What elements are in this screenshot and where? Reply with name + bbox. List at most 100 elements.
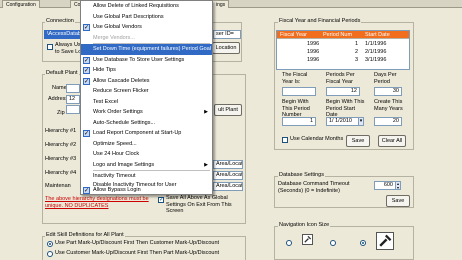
timeout-spinner-icon[interactable]: ▴ ▾ — [395, 181, 401, 190]
markup-option-1-radio[interactable] — [47, 241, 53, 247]
fiscal-periods-grid[interactable]: Fiscal Year Period Num Start Date 1996 1… — [276, 30, 410, 70]
hierarchy-2-label: Hierarchy #2 — [45, 142, 77, 148]
save-all-checkbox[interactable]: ✓ — [158, 197, 164, 203]
menu-item-merge-vendors: Merge Vendors... — [81, 33, 212, 44]
cell-period-num: 1 — [355, 41, 359, 47]
menu-item-global-part-descriptions[interactable]: Use Global Part Descriptions — [81, 12, 212, 23]
save-all-label: Save All Above As Global Settings On Exi… — [166, 195, 232, 214]
menu-item-work-order-settings[interactable]: Work Order Settings ▶ — [81, 107, 212, 118]
create-years-label: Create This Many Years — [374, 99, 403, 112]
calendar-months-checkbox[interactable] — [282, 137, 288, 143]
column-header-period-num[interactable]: Period Num — [323, 31, 352, 39]
check-icon: ✓ — [83, 56, 90, 64]
nav-icon-size-label: Navigation Icon Size — [278, 222, 331, 229]
menu-item-label: Hide Tips — [93, 67, 116, 73]
hammer-small-icon — [302, 234, 313, 245]
menu-item-auto-schedule-settings[interactable]: Auto-Schedule Settings... — [81, 118, 212, 129]
plant-name-input[interactable] — [66, 84, 80, 93]
hierarchy-right-1[interactable]: Area/Location — [213, 160, 243, 169]
table-row[interactable]: 1996 2 2/1/1996 — [277, 49, 409, 56]
hierarchy-right-3[interactable]: Area/Location — [213, 182, 243, 191]
column-header-fiscal-year[interactable]: Fiscal Year — [280, 31, 307, 39]
tab-settings[interactable]: ings — [212, 0, 230, 8]
menu-item-label: Test Excel — [93, 98, 119, 105]
menu-item-allow-bypass-login[interactable]: ✓ Allow Bypass Login — [81, 185, 212, 196]
begin-period-input[interactable]: 1 — [282, 117, 316, 126]
cell-start-date: 2/1/1996 — [365, 49, 387, 55]
menu-item-load-report-component[interactable]: ✓ Load Report Component at Start-Up — [81, 128, 212, 139]
table-row[interactable]: 1996 1 1/1/1996 — [277, 41, 409, 48]
plant-address-input[interactable]: 12 — [66, 95, 80, 104]
fiscal-year-input[interactable] — [282, 87, 316, 96]
location-button[interactable]: Location — [212, 42, 240, 54]
radio-dot — [49, 243, 51, 245]
large-icon-size-radio[interactable] — [360, 240, 366, 246]
check-icon: ✓ — [83, 130, 90, 137]
cell-period-num: 2 — [355, 49, 359, 55]
create-years-input[interactable]: 20 — [374, 117, 402, 126]
menu-item-label: Use Global Part Descriptions — [93, 13, 164, 20]
menu-item-label: Allow Bypass Login — [93, 187, 141, 193]
submenu-arrow-icon: ▶ — [204, 109, 208, 115]
menu-item-label: Auto-Schedule Settings... — [93, 119, 156, 126]
periods-per-year-input[interactable]: 12 — [326, 87, 360, 96]
small-icon-size-radio[interactable] — [286, 240, 292, 246]
markup-option-2-radio[interactable] — [47, 251, 53, 257]
menu-item-optimize-speed[interactable]: Optimize Speed... — [81, 139, 212, 150]
menu-item-label: Use 24 Hour Clock — [93, 151, 140, 157]
fiscal-save-button[interactable]: Save — [346, 135, 370, 147]
connection-string-suffix: ser ID= — [213, 30, 241, 39]
check-icon: ✓ — [159, 197, 165, 203]
menu-item-test-excel[interactable]: Test Excel — [81, 97, 212, 108]
begin-start-label: Begin With This Period Start Date — [326, 99, 365, 118]
markup-option-1-label: Use Part Mark-Up/Discount First Then Cus… — [55, 240, 220, 246]
days-per-period-input[interactable]: 30 — [374, 87, 402, 96]
duplicates-warning-line2: unique. NO DUPLICATES — [45, 203, 109, 209]
menu-item-allow-delete-requisitions[interactable]: Allow Delete of Linked Requisitions — [81, 1, 212, 12]
fiscal-grid-header: Fiscal Year Period Num Start Date — [277, 31, 409, 39]
connection-string-input[interactable]: \AccessDatabase\NewDB\Cust — [44, 30, 84, 39]
plant-address-line2-input[interactable] — [66, 105, 80, 114]
menu-item-label: Allow Cascade Deletes — [93, 77, 150, 84]
column-header-start-date[interactable]: Start Date — [365, 31, 390, 39]
menu-item-use-global-vendors[interactable]: ✓ Use Global Vendors — [81, 22, 212, 33]
hierarchy-3-label: Hierarchy #3 — [45, 156, 77, 162]
fiscal-year-is-label: The Fiscal Year Is: — [282, 72, 308, 85]
days-per-period-label: Days Per Period — [374, 72, 397, 85]
plant-name-label: Name — [52, 85, 67, 91]
menu-item-allow-cascade-deletes[interactable]: ✓ Allow Cascade Deletes — [81, 76, 212, 87]
date-picker-dropdown-icon[interactable]: ▾ — [358, 117, 364, 126]
cell-fiscal-year: 1996 — [307, 41, 320, 47]
menu-item-logo-image-settings[interactable]: Logo and Image Settings ▶ — [81, 160, 212, 171]
menu-item-hide-tips[interactable]: ✓ Hide Tips — [81, 65, 212, 76]
menu-item-label: Logo and Image Settings — [93, 161, 155, 168]
check-icon: ✓ — [83, 77, 90, 85]
always-use-checkbox[interactable] — [47, 44, 53, 50]
fiscal-group-label: Fiscal Year and Financial Periods — [278, 18, 362, 25]
check-icon: ✓ — [83, 24, 90, 31]
fiscal-clear-all-button[interactable]: Clear All — [378, 135, 406, 147]
menu-item-label: Load Report Component at Start-Up — [93, 130, 182, 136]
menu-item-reduce-flicker[interactable]: Reduce Screen Flicker — [81, 86, 212, 97]
cell-fiscal-year: 1996 — [307, 49, 320, 55]
hierarchy-4-label: Hierarchy #4 — [45, 170, 77, 176]
db-save-button[interactable]: Save — [386, 195, 410, 207]
periods-per-year-label: Periods Per Fiscal Year — [326, 72, 355, 85]
duplicates-warning-line1: The above hierarchy designations must be — [45, 196, 149, 202]
hierarchy-right-2[interactable]: Area/Location — [213, 171, 243, 180]
menu-item-24-hour-clock[interactable]: Use 24 Hour Clock — [81, 149, 212, 160]
hierarchy-1-label: Hierarchy #1 — [45, 128, 77, 134]
check-icon: ✓ — [83, 187, 90, 194]
tab-configuration[interactable]: Configuration — [2, 0, 40, 8]
menu-item-label: Inactivity Timeout — [93, 173, 136, 179]
menu-item-set-down-time-goal[interactable]: Set Down Time (equipment failures) Perio… — [81, 44, 212, 55]
medium-icon-size-radio[interactable] — [330, 240, 336, 246]
db-timeout-input[interactable]: 600 — [374, 181, 396, 190]
default-plant-button[interactable]: ult Plant — [214, 104, 242, 116]
plant-zip-label: Zip — [57, 110, 65, 116]
begin-period-label: Begin With This Period Number — [282, 99, 310, 118]
menu-item-label: Merge Vendors... — [93, 34, 135, 41]
table-row[interactable]: 1996 3 3/1/1996 — [277, 57, 409, 64]
menu-item-database-user-settings[interactable]: ✓ Use Database To Store User Settings — [81, 55, 212, 66]
maintenance-label: Maintenan — [45, 183, 71, 189]
